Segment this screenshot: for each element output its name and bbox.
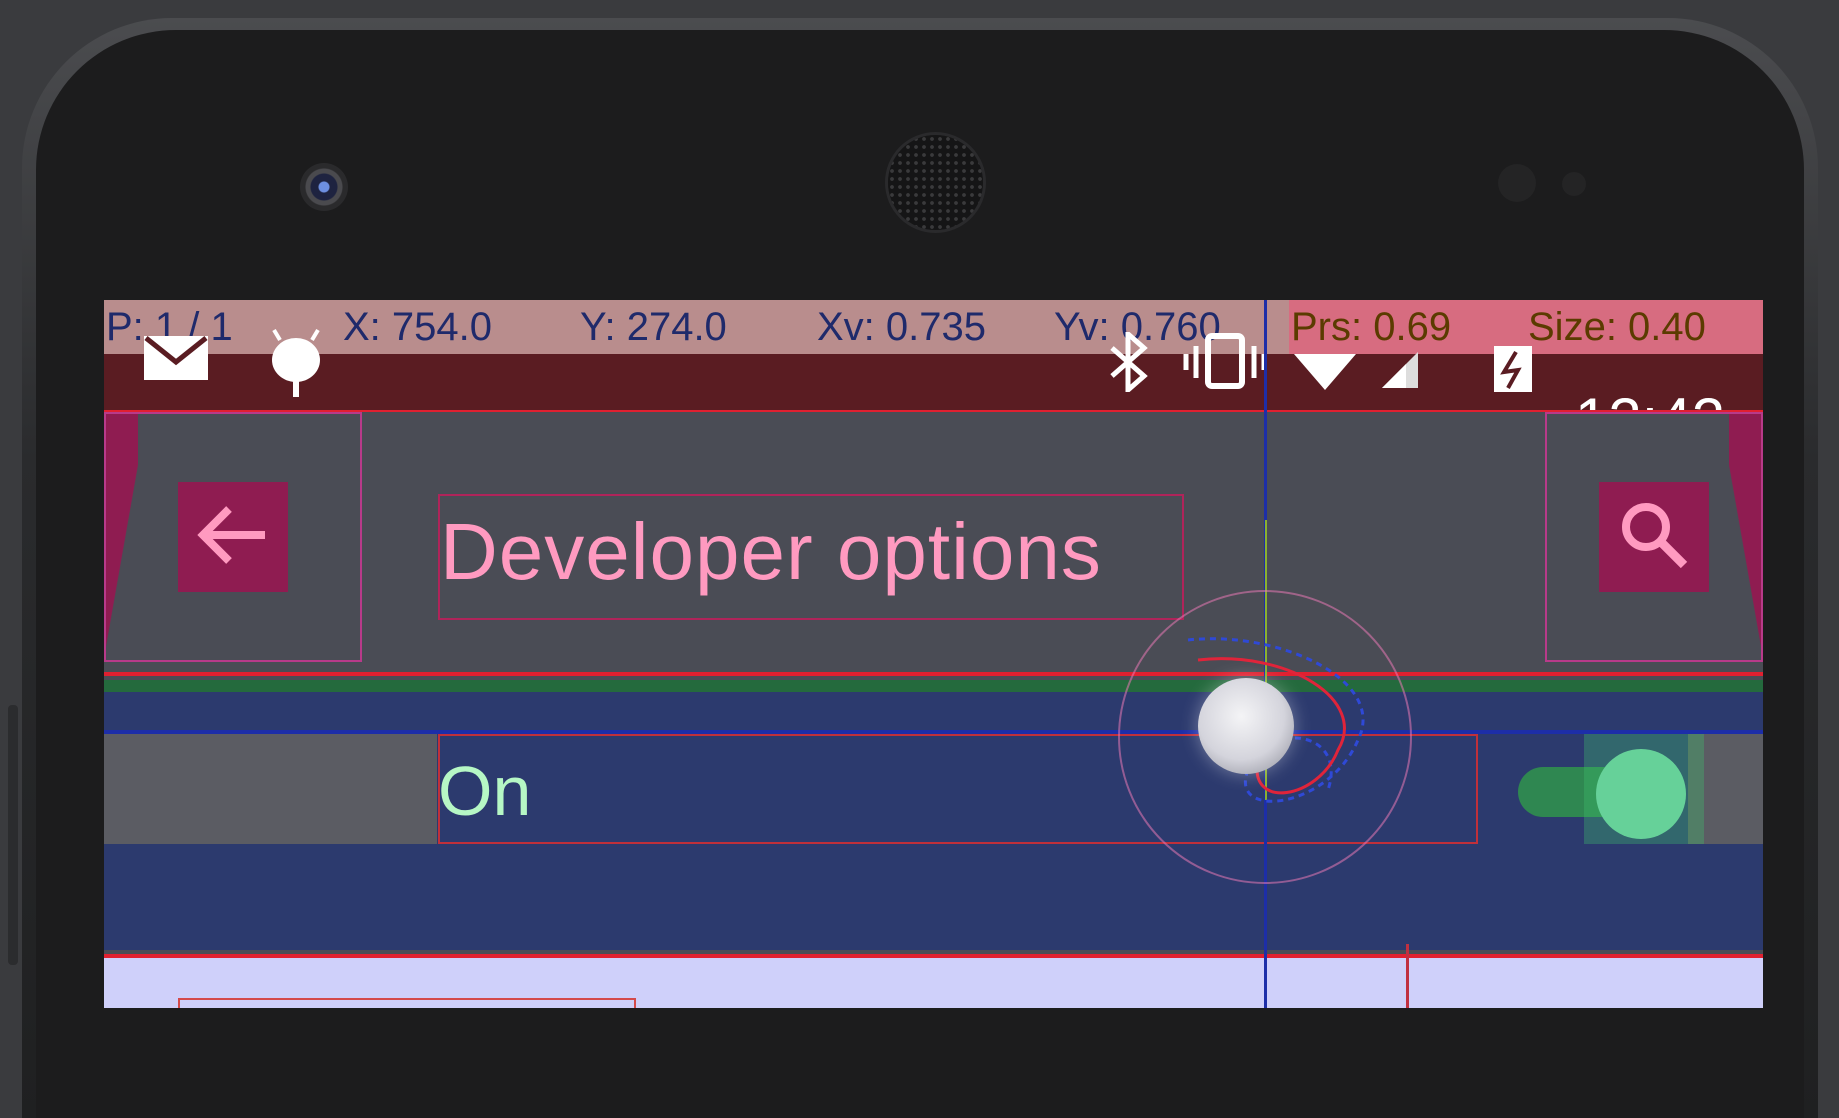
pointer-x-velocity: Xv: 0.735: [817, 305, 987, 349]
front-camera: [300, 163, 348, 211]
switch-label: On: [438, 752, 532, 830]
toggle-thumb: [1596, 749, 1686, 839]
signal-icon: [1376, 346, 1426, 411]
earpiece-speaker: [888, 135, 983, 230]
status-bar: 12:42: [104, 328, 1763, 450]
layout-bound-line: [104, 672, 1763, 676]
wifi-icon: [1290, 346, 1360, 411]
light-sensor: [1562, 172, 1586, 196]
battery-charging-icon: [1488, 340, 1538, 411]
toolbar-shadow: [104, 680, 1763, 692]
back-button[interactable]: [178, 482, 288, 592]
switch-bar-padding: [104, 692, 1763, 734]
list-item-title-bounds: [178, 998, 636, 1008]
developer-options-switch-bar[interactable]: On: [104, 734, 1763, 950]
android-debug-icon: [266, 324, 326, 415]
proximity-sensor: [1498, 164, 1536, 202]
touch-point: [1198, 678, 1294, 774]
search-icon: [1614, 495, 1694, 580]
pointer-x: X: 754.0: [343, 305, 493, 349]
phone-screen: P: 1 / 1 X: 754.0 Y: 274.0 Xv: 0.735 Yv:…: [104, 300, 1763, 1008]
vibrate-icon: [1180, 332, 1270, 407]
app-toolbar: Developer options: [104, 412, 1763, 672]
switch-bar-left-padding: [104, 734, 437, 844]
settings-list: [104, 958, 1763, 1008]
pointer-size: Size: 0.40: [1526, 300, 1763, 354]
pointer-y: Y: 274.0: [580, 305, 727, 349]
phone-side-button: [8, 705, 18, 965]
gmail-icon: [136, 326, 216, 401]
arrow-left-icon: [195, 503, 271, 572]
developer-options-toggle[interactable]: [1488, 734, 1704, 844]
page-title: Developer options: [440, 507, 1102, 596]
bluetooth-icon: [1104, 328, 1154, 407]
search-button[interactable]: [1599, 482, 1709, 592]
layout-bound-line: [1406, 944, 1409, 1008]
